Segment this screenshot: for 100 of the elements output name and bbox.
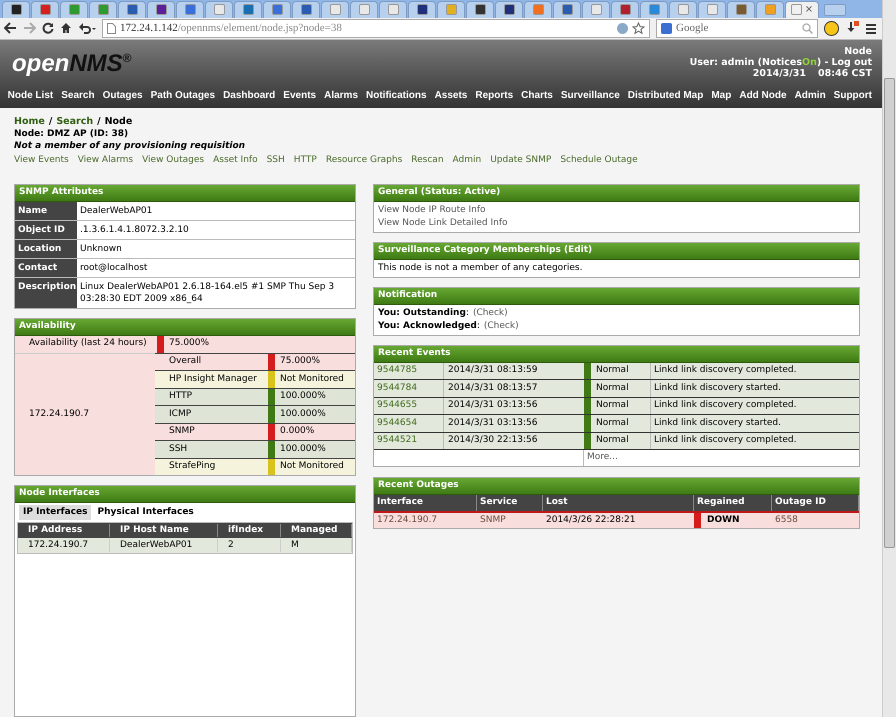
more-link[interactable]: More...: [584, 451, 618, 465]
search-icon[interactable]: [802, 22, 813, 34]
home-icon[interactable]: [60, 22, 72, 34]
browser-tab[interactable]: [495, 0, 523, 18]
panel-header: General (Status: Active): [374, 184, 859, 202]
action-link[interactable]: View Events: [14, 154, 69, 166]
nav-link[interactable]: Path Outages: [150, 88, 216, 104]
nav-link[interactable]: Dashboard: [223, 88, 276, 104]
action-link[interactable]: Schedule Outage: [560, 154, 638, 166]
table-cell: 172.24.190.7: [18, 538, 110, 552]
reload-icon[interactable]: [42, 22, 54, 34]
action-link[interactable]: View Outages: [142, 154, 204, 166]
nav-link[interactable]: Outages: [102, 88, 143, 104]
attribute-label: Object ID: [15, 220, 77, 239]
notification-label: You: Acknowledged: [378, 320, 477, 333]
table-cell-text: Linkd link discovery completed.: [653, 434, 798, 448]
attribute-label: Contact: [15, 258, 77, 277]
action-link[interactable]: Update SNMP: [490, 154, 552, 166]
check-link[interactable]: (Check): [484, 320, 519, 333]
nav-link[interactable]: Assets: [434, 88, 468, 104]
table-cell-text: Linkd link discovery completed.: [653, 364, 798, 378]
browser-tab[interactable]: [408, 0, 436, 18]
event-id-link[interactable]: 9544785: [374, 362, 444, 380]
browser-tab[interactable]: [2, 0, 30, 18]
action-link[interactable]: Admin: [452, 154, 482, 166]
undo-icon[interactable]: [78, 22, 96, 34]
nav-link[interactable]: Distributed Map: [628, 88, 704, 104]
nav-link[interactable]: Charts: [521, 88, 553, 104]
nav-link[interactable]: Add Node: [739, 88, 787, 104]
attribute-value: .1.3.6.1.4.1.8072.3.2.10: [79, 224, 190, 237]
panel-header: Recent Outages: [374, 478, 859, 496]
attribute-label: Name: [15, 202, 77, 220]
action-link[interactable]: HTTP: [294, 154, 317, 166]
star-icon[interactable]: [632, 22, 645, 35]
panel-header: Node Interfaces: [15, 486, 355, 504]
nav-link[interactable]: Surveillance: [560, 88, 620, 104]
event-id-link[interactable]: 9544784: [374, 380, 444, 397]
service-link[interactable]: SNMP: [477, 514, 543, 528]
scrollbar[interactable]: [882, 0, 896, 717]
label-colon: :: [476, 320, 480, 333]
service-availability: Not Monitored: [279, 372, 344, 386]
breadcrumb-link[interactable]: Home: [14, 116, 45, 128]
browser-tab[interactable]: [611, 0, 639, 18]
action-link[interactable]: Resource Graphs: [326, 154, 402, 166]
browser-tab[interactable]: [147, 0, 175, 18]
url-host: 172.24.1.142: [120, 21, 178, 36]
check-link[interactable]: (Check): [472, 306, 508, 320]
nav-link[interactable]: Search: [61, 88, 95, 104]
breadcrumb-link[interactable]: Search: [56, 116, 94, 128]
date-text: 2014/3/31: [752, 68, 806, 80]
logout-link[interactable]: Log out: [831, 57, 872, 68]
event-id-link[interactable]: 9544521: [374, 432, 444, 450]
nav-link[interactable]: Admin: [794, 88, 826, 104]
action-link[interactable]: SSH: [266, 154, 285, 166]
interface-tab[interactable]: IP Interfaces: [19, 505, 92, 520]
interface-link[interactable]: 172.24.190.7: [374, 514, 477, 528]
nav-link[interactable]: Node List: [8, 88, 54, 104]
attribute-label: Description: [15, 278, 77, 308]
nav-link[interactable]: Alarms: [324, 88, 358, 104]
nav-link[interactable]: Events: [283, 88, 316, 104]
action-link[interactable]: Rescan: [411, 154, 444, 166]
service-name: SNMP: [168, 425, 196, 438]
panel-header: Notification: [374, 288, 859, 305]
service-name: SSH: [168, 442, 188, 456]
action-link[interactable]: Asset Info: [213, 154, 258, 166]
table-cell-text: Linkd link discovery started.: [653, 416, 782, 430]
forward-arrow-icon[interactable]: [23, 22, 36, 34]
status-bar: [694, 513, 701, 528]
table-cell: 2: [218, 538, 281, 552]
user-info: User: admin (Notices: [690, 57, 802, 68]
info-link[interactable]: View Node Link Detailed Info: [378, 216, 855, 230]
nav-link[interactable]: Notifications: [366, 88, 427, 104]
scrollbar-thumb[interactable]: [884, 78, 895, 548]
new-tab-button[interactable]: [824, 4, 846, 16]
address-bar[interactable]: 172.24.1.142/opennms/element/node.jsp?node=38: [102, 18, 650, 38]
menu-icon[interactable]: [865, 22, 878, 35]
panel-header: Surveillance Category Memberships (Edit): [374, 242, 859, 260]
table-cell-text: Linkd link discovery started.: [653, 382, 782, 395]
close-tab-button[interactable]: ×: [804, 4, 814, 15]
search-input[interactable]: Google: [676, 20, 798, 37]
event-id-link[interactable]: 9544654: [374, 415, 444, 432]
action-link[interactable]: View Alarms: [78, 154, 134, 166]
category-note: This node is not a member of any categories.: [377, 262, 584, 275]
info-link[interactable]: View Node IP Route Info: [378, 204, 855, 217]
back-arrow-icon[interactable]: [4, 22, 17, 34]
nav-link[interactable]: Reports: [475, 88, 514, 104]
breadcrumb-current: Node: [104, 116, 132, 128]
event-id-link[interactable]: 9544655: [374, 398, 444, 414]
outage-id-link[interactable]: 6558: [772, 514, 859, 528]
attribute-value: DealerWebAP01: [79, 204, 154, 218]
table-cell: DealerWebAP01: [110, 538, 218, 552]
service-availability: 100.000%: [279, 390, 326, 404]
extension-icon[interactable]: [824, 20, 839, 36]
table-cell: M: [281, 538, 352, 552]
browser-tab[interactable]: ×: [785, 0, 819, 18]
browser-tab[interactable]: [466, 0, 494, 18]
nav-link[interactable]: Support: [834, 88, 872, 104]
search-field[interactable]: Google: [656, 18, 818, 38]
nav-link[interactable]: Map: [711, 88, 732, 104]
service-availability: 0.000%: [279, 425, 314, 438]
